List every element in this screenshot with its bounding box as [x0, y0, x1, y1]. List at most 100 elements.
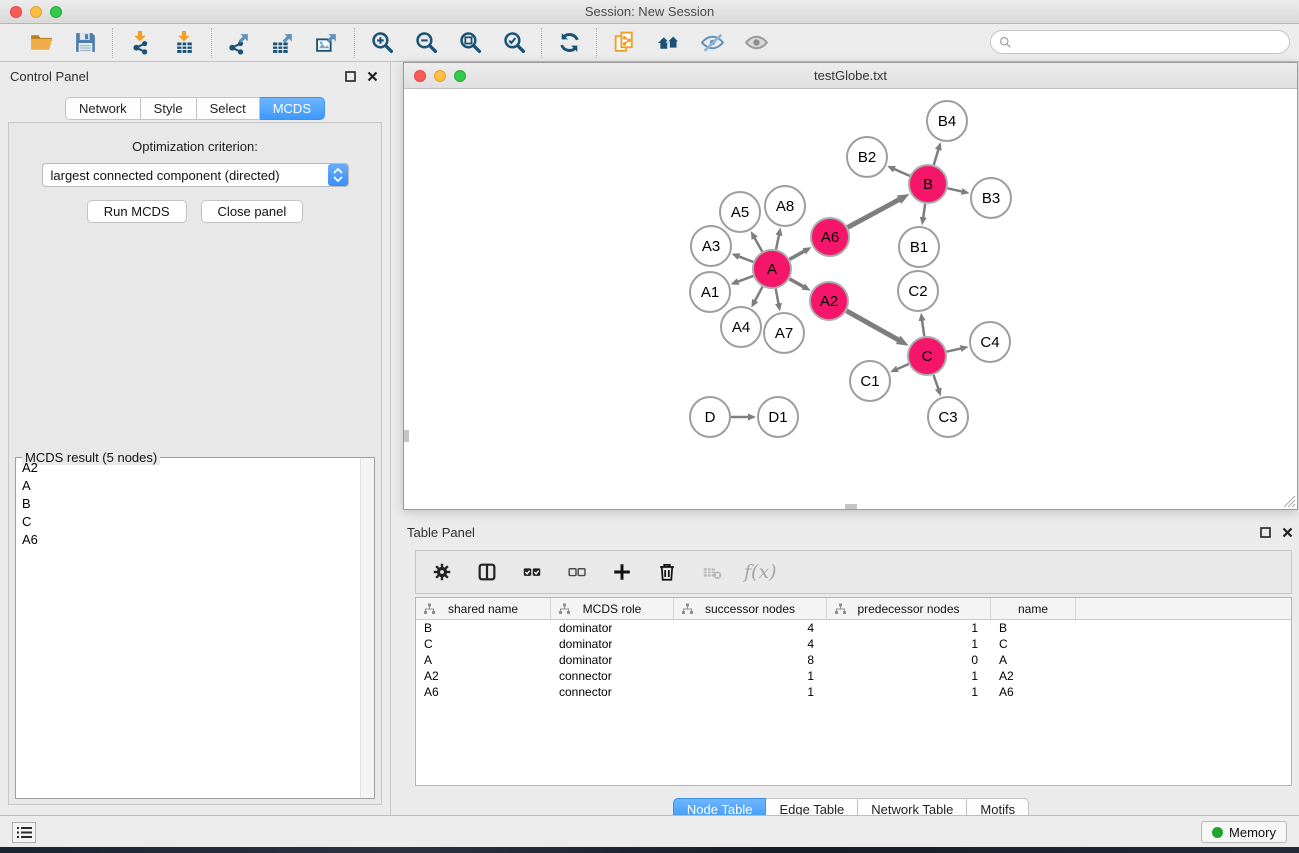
zoom-out-button[interactable] [412, 29, 440, 57]
export-network-button[interactable] [225, 29, 253, 57]
column-header-successor-nodes[interactable]: successor nodes [674, 598, 827, 619]
graph-edge-A-A5[interactable] [754, 237, 762, 251]
delete-table-button[interactable] [699, 559, 725, 585]
v-scrollbar-nub[interactable] [404, 430, 409, 442]
table-cell[interactable]: B [416, 620, 551, 636]
table-cell[interactable]: 1 [827, 684, 991, 700]
node-table[interactable]: shared nameMCDS rolesuccessor nodesprede… [415, 597, 1292, 786]
run-mcds-button[interactable]: Run MCDS [87, 200, 187, 223]
network-graph[interactable]: B4B2BB3A5A8A6B1A3AC2A1A2A4A7C4CC1C3DD1 [404, 89, 1297, 509]
table-row[interactable]: Bdominator41B [416, 620, 1291, 636]
refresh-button[interactable] [555, 29, 583, 57]
zoom-selected-button[interactable] [500, 29, 528, 57]
table-cell[interactable]: A6 [416, 684, 551, 700]
deselect-all-button[interactable] [564, 559, 590, 585]
mcds-result-list[interactable]: A2ABCA6 [16, 459, 360, 798]
zoom-in-button[interactable] [368, 29, 396, 57]
search-box[interactable] [990, 30, 1290, 54]
column-header-shared-name[interactable]: shared name [416, 598, 551, 619]
table-settings-button[interactable] [429, 559, 455, 585]
zoom-fit-button[interactable] [456, 29, 484, 57]
table-cell[interactable]: 8 [674, 652, 827, 668]
table-cell[interactable]: 1 [827, 620, 991, 636]
import-network-button[interactable] [126, 29, 154, 57]
save-session-button[interactable] [71, 29, 99, 57]
graph-edge-B-B4[interactable] [934, 149, 939, 165]
delete-column-button[interactable] [654, 559, 680, 585]
table-cell[interactable]: C [991, 636, 1076, 652]
graph-edge-C-C4[interactable] [947, 348, 962, 351]
mcds-result-item[interactable]: A2 [16, 459, 360, 477]
select-all-button[interactable] [519, 559, 545, 585]
memory-button[interactable]: Memory [1201, 821, 1287, 843]
mcds-result-item[interactable]: B [16, 495, 360, 513]
float-panel-button[interactable] [342, 68, 358, 84]
graph-edge-C-C1[interactable] [897, 364, 909, 369]
table-cell[interactable]: dominator [551, 636, 674, 652]
table-row[interactable]: A2connector11A2 [416, 668, 1291, 684]
table-close-panel-button[interactable] [1279, 524, 1295, 540]
network-window-titlebar[interactable]: testGlobe.txt [404, 63, 1297, 89]
tab-mcds[interactable]: MCDS [260, 97, 325, 120]
search-input[interactable] [1012, 35, 1289, 50]
graph-edge-C-C2[interactable] [922, 320, 924, 336]
table-cell[interactable]: B [991, 620, 1076, 636]
tab-network[interactable]: Network [65, 97, 141, 120]
graph-edge-A-A1[interactable] [737, 276, 753, 282]
tab-select[interactable]: Select [197, 97, 260, 120]
task-history-button[interactable] [12, 822, 36, 843]
close-panel-action-button[interactable]: Close panel [201, 200, 304, 223]
table-cell[interactable]: dominator [551, 620, 674, 636]
mcds-result-item[interactable]: C [16, 513, 360, 531]
table-cell[interactable]: A6 [991, 684, 1076, 700]
column-header-name[interactable]: name [991, 598, 1076, 619]
table-cell[interactable]: 4 [674, 636, 827, 652]
table-cell[interactable]: A [416, 652, 551, 668]
table-row[interactable]: A6connector11A6 [416, 684, 1291, 700]
table-cell[interactable]: A2 [416, 668, 551, 684]
table-row[interactable]: Adominator80A [416, 652, 1291, 668]
graph-edge-A-A4[interactable] [755, 287, 763, 302]
zoom-window-button[interactable] [50, 6, 62, 18]
graph-edge-A-A3[interactable] [738, 256, 753, 262]
table-cell[interactable]: connector [551, 668, 674, 684]
table-row[interactable]: Cdominator41C [416, 636, 1291, 652]
graph-edge-A2-C[interactable] [846, 311, 899, 341]
criterion-select[interactable]: largest connected component (directed) [42, 163, 349, 187]
apply-function-button[interactable]: f(x) [744, 559, 777, 585]
graph-edge-B-B1[interactable] [923, 204, 925, 218]
h-scrollbar-nub[interactable] [845, 504, 857, 509]
mcds-result-scrollbar[interactable] [360, 458, 374, 798]
hide-selected-button[interactable] [698, 29, 726, 57]
table-cell[interactable]: 1 [674, 668, 827, 684]
table-cell[interactable]: 0 [827, 652, 991, 668]
close-window-button[interactable] [10, 6, 22, 18]
column-header-predecessor-nodes[interactable]: predecessor nodes [827, 598, 991, 619]
network-zoom-button[interactable] [454, 70, 466, 82]
add-column-button[interactable] [609, 559, 635, 585]
new-network-from-selection-button[interactable] [610, 29, 638, 57]
table-cell[interactable]: A [991, 652, 1076, 668]
minimize-window-button[interactable] [30, 6, 42, 18]
resize-grip-icon[interactable] [1283, 495, 1296, 508]
table-cell[interactable]: 1 [674, 684, 827, 700]
table-cell[interactable]: 4 [674, 620, 827, 636]
export-image-button[interactable] [313, 29, 341, 57]
network-minimize-button[interactable] [434, 70, 446, 82]
table-cell[interactable]: 1 [827, 636, 991, 652]
show-all-button[interactable] [742, 29, 770, 57]
table-float-panel-button[interactable] [1257, 524, 1273, 540]
table-cell[interactable]: dominator [551, 652, 674, 668]
export-table-button[interactable] [269, 29, 297, 57]
graph-edge-B-B2[interactable] [894, 169, 910, 176]
column-header-MCDS-role[interactable]: MCDS role [551, 598, 674, 619]
tab-style[interactable]: Style [141, 97, 197, 120]
graph-edge-A-A2[interactable] [789, 279, 804, 287]
mcds-result-item[interactable]: A [16, 477, 360, 495]
show-columns-button[interactable] [474, 559, 500, 585]
import-table-button[interactable] [170, 29, 198, 57]
network-close-button[interactable] [414, 70, 426, 82]
graph-edge-B-B3[interactable] [948, 188, 963, 191]
table-cell[interactable]: 1 [827, 668, 991, 684]
graph-edge-A-A7[interactable] [776, 289, 779, 305]
